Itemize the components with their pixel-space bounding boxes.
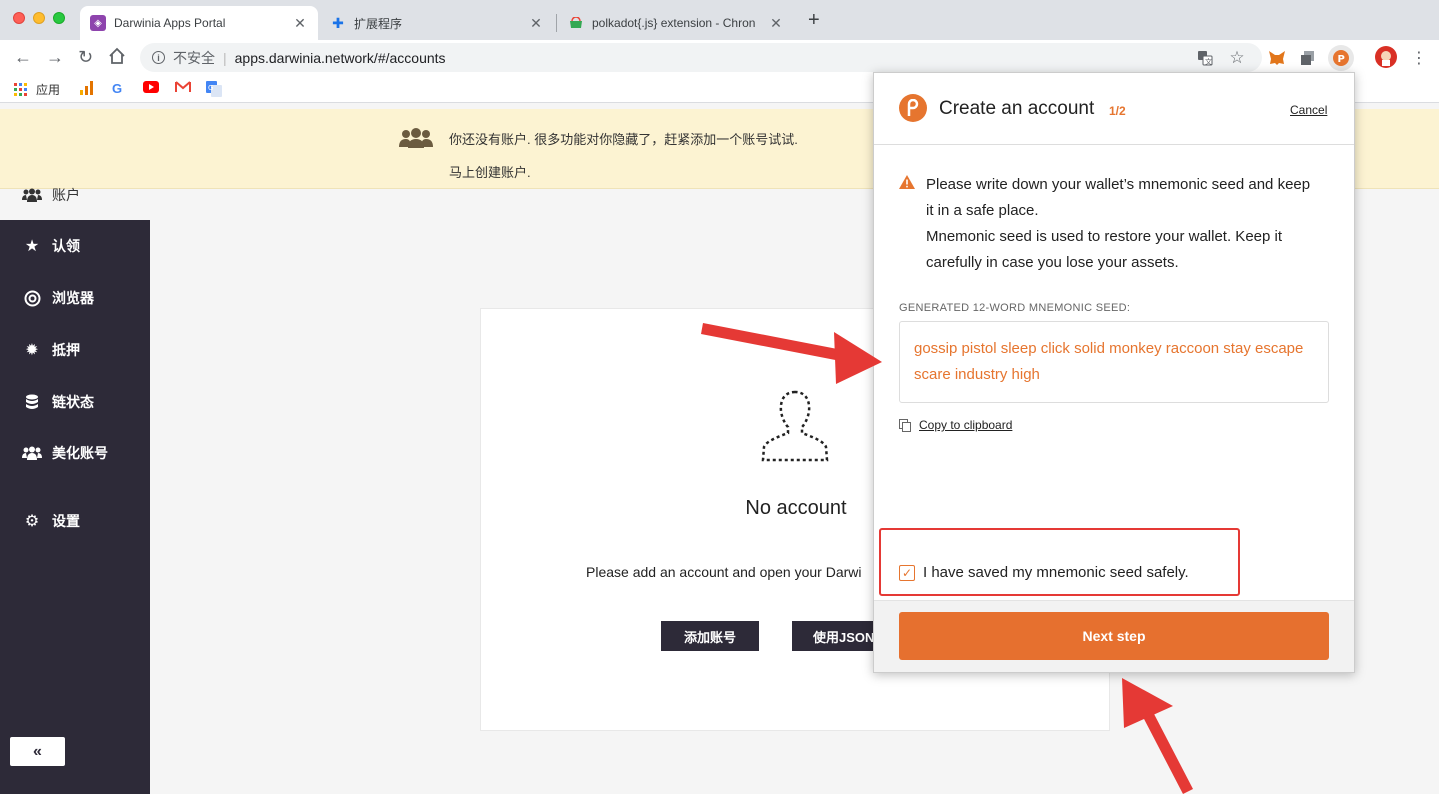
maximize-window-button[interactable]: [53, 12, 65, 24]
tab-title: 扩展程序: [354, 16, 403, 31]
sidebar-item-claim[interactable]: ★ 认领: [22, 236, 80, 256]
new-tab-button[interactable]: +: [808, 10, 820, 30]
seed-label: GENERATED 12-WORD MNEMONIC SEED:: [899, 302, 1131, 314]
back-icon[interactable]: ←: [14, 47, 32, 67]
sidebar-item-label: 设置: [52, 513, 80, 529]
youtube-icon[interactable]: [143, 81, 159, 93]
tab-polkadot[interactable]: polkadot{.js} extension - Chron ✕: [558, 6, 794, 40]
webstore-icon: [568, 15, 584, 31]
security-label: 不安全: [173, 49, 215, 66]
cogs-icon: ⚙: [24, 513, 40, 530]
url-text: apps.darwinia.network/#/accounts: [234, 49, 446, 66]
home-icon[interactable]: [108, 47, 126, 69]
popup-header: Create an account 1/2 Cancel: [874, 73, 1354, 145]
collapse-sidebar-button[interactable]: «: [10, 737, 65, 766]
copy-link[interactable]: Copy to clipboard: [919, 418, 1012, 432]
add-account-button[interactable]: 添加账号: [661, 621, 759, 651]
minimize-window-button[interactable]: [33, 12, 45, 24]
polkadot-logo-icon: [899, 94, 927, 122]
forward-icon[interactable]: →: [46, 47, 64, 67]
banner-message: 你还没有账户. 很多功能对你隐藏了，赶紧添加一个账号试试.: [449, 132, 798, 147]
bookmark-apps[interactable]: 应用: [14, 81, 60, 98]
close-tab-icon[interactable]: ✕: [768, 15, 784, 32]
sidebar-item-label: 链状态: [52, 394, 94, 410]
next-step-button[interactable]: Next step: [899, 612, 1329, 660]
svg-text:G: G: [208, 84, 213, 92]
tab-darwinia[interactable]: ◈ Darwinia Apps Portal ✕: [80, 6, 318, 40]
popup-title: Create an account: [939, 98, 1095, 119]
empty-user-icon: [761, 390, 829, 462]
profile-avatar[interactable]: [1375, 46, 1397, 68]
sidebar-item-label: 认领: [52, 238, 80, 254]
tab-separator: [556, 14, 557, 32]
warning-line-1: Please write down your wallet’s mnemonic…: [926, 176, 1311, 219]
star-icon: ★: [24, 238, 40, 255]
metamask-icon[interactable]: [1268, 49, 1286, 67]
polkadot-extension-icon[interactable]: P: [1328, 45, 1354, 71]
google-translate-icon[interactable]: G: [206, 81, 222, 97]
tab-strip: ◈ Darwinia Apps Portal ✕ ✚ 扩展程序 ✕ polkad…: [0, 0, 1439, 40]
close-tab-icon[interactable]: ✕: [292, 15, 308, 32]
divider: |: [223, 49, 227, 66]
sidebar-item-staking[interactable]: ✹ 抵押: [22, 340, 80, 360]
google-icon[interactable]: G: [112, 81, 122, 96]
bookmark-star-icon[interactable]: ☆: [1228, 48, 1246, 67]
copy-to-clipboard[interactable]: Copy to clipboard: [899, 418, 1012, 432]
tab-title: polkadot{.js} extension - Chron: [592, 16, 756, 30]
warning-icon: [899, 175, 915, 189]
close-tab-icon[interactable]: ✕: [528, 15, 544, 32]
sidebar-item-chainstate[interactable]: 链状态: [22, 392, 94, 412]
sidebar-item-accounts[interactable]: 账户: [22, 185, 80, 205]
svg-text:P: P: [1338, 54, 1345, 65]
analytics-icon[interactable]: [80, 81, 94, 95]
sidebar-item-label: 抵押: [52, 342, 80, 358]
create-account-link[interactable]: 马上创建账户.: [449, 162, 531, 181]
no-account-hint: Please add an account and open your Darw…: [586, 564, 862, 580]
address-bar[interactable]: i 不安全 | apps.darwinia.network/#/accounts: [140, 43, 1262, 72]
extensions-stack-icon[interactable]: [1299, 49, 1317, 67]
database-icon: [22, 393, 42, 411]
sidebar-item-label: 账户: [52, 187, 80, 203]
apps-grid-icon: [14, 82, 27, 96]
step-indicator: 1/2: [1109, 104, 1126, 118]
sidebar-item-settings[interactable]: ⚙ 设置: [22, 511, 80, 531]
sidebar: ★ 认领 浏览器 ✹ 抵押 链状态 美化账号 ⚙ 设置 «: [0, 220, 150, 794]
translate-icon[interactable]: 文: [1196, 49, 1214, 67]
popup-footer: Next step: [874, 600, 1354, 672]
users-icon: [22, 186, 42, 204]
darwinia-favicon-icon: ◈: [90, 15, 106, 31]
info-icon[interactable]: i: [152, 51, 165, 64]
close-window-button[interactable]: [13, 12, 25, 24]
gmail-icon[interactable]: [175, 81, 191, 93]
reload-icon[interactable]: ↻: [78, 47, 93, 67]
menu-kebab-icon[interactable]: ⋮: [1410, 49, 1428, 67]
warning-line-2: Mnemonic seed is used to restore your wa…: [926, 228, 1283, 271]
puzzle-icon: ✚: [332, 14, 344, 31]
users-icon: [22, 444, 42, 462]
restore-json-button[interactable]: 使用JSON: [792, 621, 882, 651]
svg-text:文: 文: [1205, 57, 1212, 66]
bookmark-label: 应用: [36, 83, 61, 97]
gear-burst-icon: ✹: [25, 342, 39, 359]
browser-toolbar: ← → ↻ i 不安全 | apps.darwinia.network/#/ac…: [0, 40, 1439, 75]
target-icon: [22, 289, 42, 307]
sidebar-item-label: 美化账号: [52, 445, 108, 461]
seed-warning: Please write down your wallet’s mnemonic…: [899, 172, 1316, 276]
users-group-icon: [399, 128, 433, 148]
cancel-link[interactable]: Cancel: [1290, 103, 1327, 117]
sidebar-top-area: 账户: [0, 187, 150, 220]
annotation-highlight-box: [879, 528, 1240, 596]
sidebar-item-explorer[interactable]: 浏览器: [22, 288, 94, 308]
copy-icon: [899, 418, 911, 432]
sidebar-item-vanity[interactable]: 美化账号: [22, 443, 108, 463]
tab-extensions[interactable]: ✚ 扩展程序 ✕: [320, 6, 554, 40]
sidebar-item-label: 浏览器: [52, 290, 94, 306]
tab-title: Darwinia Apps Portal: [114, 16, 226, 30]
mnemonic-seed-box[interactable]: gossip pistol sleep click solid monkey r…: [899, 321, 1329, 403]
